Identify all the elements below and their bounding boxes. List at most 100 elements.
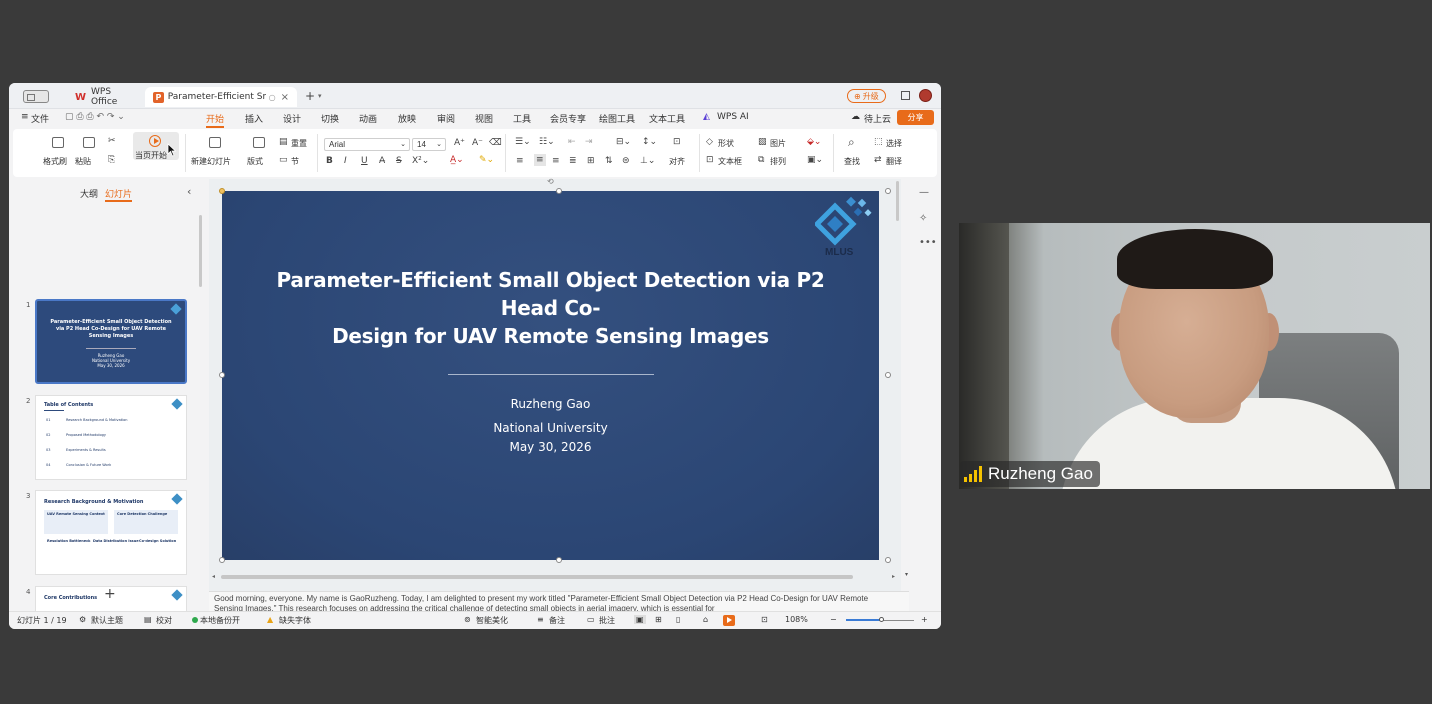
bullets-icon[interactable]: ☰⌄	[515, 137, 531, 147]
tab-outline[interactable]: 大纲	[80, 187, 98, 200]
vertical-align-icon[interactable]: ⊥⌄	[640, 156, 655, 166]
font-shrink-icon[interactable]: A⁻	[472, 138, 483, 148]
presenter-icon[interactable]: ⌂	[703, 615, 708, 624]
select-button[interactable]: 选择	[886, 138, 902, 149]
resize-handle[interactable]	[219, 188, 225, 194]
decrease-indent-icon[interactable]: ⇤	[568, 137, 576, 147]
current-slide[interactable]: MLUS Parameter-Efficient Small Object De…	[222, 191, 879, 560]
menu-insert[interactable]: 插入	[245, 112, 263, 125]
notes-button[interactable]: 备注	[549, 615, 565, 626]
translate-button[interactable]: 翻译	[886, 156, 902, 167]
new-slide-icon[interactable]	[209, 137, 221, 148]
menu-member[interactable]: 会员专享	[550, 112, 586, 125]
resize-handle[interactable]	[885, 557, 891, 563]
underline-icon[interactable]: U	[361, 156, 368, 166]
cut-icon[interactable]: ✂	[108, 136, 116, 146]
magic-tools-icon[interactable]: ✧	[919, 213, 927, 224]
slide-date[interactable]: May 30, 2026	[222, 440, 879, 454]
format-painter-icon[interactable]	[52, 137, 64, 148]
line-spacing-icon[interactable]: ↕⌄	[642, 137, 657, 147]
bold-icon[interactable]: B	[326, 156, 333, 166]
superscript-icon[interactable]: X²⌄	[412, 156, 429, 166]
zoom-level[interactable]: 108%	[785, 615, 808, 624]
upgrade-button[interactable]: ⊕ 升级	[847, 89, 886, 103]
distribute-icon[interactable]: ⊞	[587, 156, 595, 166]
tab-slides[interactable]: 幻灯片	[105, 187, 133, 202]
search-icon[interactable]: ⌕	[848, 135, 855, 150]
strike-s-icon[interactable]: S	[396, 156, 402, 166]
reading-view-icon[interactable]: ▯	[676, 615, 680, 624]
font-size-select[interactable]: 14 ⌄	[412, 138, 446, 151]
slide-sorter-icon[interactable]: ⊞	[655, 615, 662, 624]
zoom-out-icon[interactable]: −	[830, 615, 837, 624]
italic-icon[interactable]: I	[344, 156, 347, 166]
slide-org[interactable]: National University	[222, 421, 879, 435]
thumbnail-scrollbar[interactable]	[199, 215, 202, 287]
slide-thumbnail-1[interactable]: Parameter-Efficient Small Object Detecti…	[35, 299, 187, 384]
reset-button[interactable]: 重置	[291, 138, 307, 149]
fit-window-icon[interactable]: ⊡	[761, 615, 768, 624]
scroll-down-icon[interactable]: ▾	[905, 571, 908, 578]
speaker-notes[interactable]: Good morning, everyone. My name is GaoRu…	[209, 591, 909, 611]
numbering-icon[interactable]: ☷⌄	[539, 137, 555, 147]
missing-font-button[interactable]: 缺失字体	[279, 615, 311, 626]
scroll-left-icon[interactable]: ◂	[212, 573, 215, 580]
menu-review[interactable]: 审阅	[437, 112, 455, 125]
normal-view-icon[interactable]: ▣	[634, 615, 646, 624]
menu-wps-ai[interactable]: WPS AI	[717, 112, 749, 122]
copy-icon[interactable]: ⎘	[108, 155, 115, 165]
menu-design[interactable]: 设计	[283, 112, 301, 125]
share-button[interactable]: 分享	[897, 110, 934, 125]
outline-icon[interactable]: ▣⌄	[807, 155, 823, 165]
strikethrough-icon[interactable]: A̶	[379, 156, 385, 166]
menu-file[interactable]: 文件	[31, 112, 49, 125]
rotate-handle-icon[interactable]: ⟲	[547, 177, 554, 186]
avatar[interactable]	[919, 89, 932, 102]
backup-status[interactable]: 本地备份开	[192, 615, 240, 626]
resize-handle[interactable]	[219, 557, 225, 563]
new-tab-icon[interactable]: +	[305, 89, 315, 103]
resize-handle[interactable]	[556, 557, 562, 563]
horizontal-scrollbar[interactable]	[221, 575, 853, 579]
beautify-button[interactable]: 智能美化	[476, 615, 508, 626]
slide-thumbnail-2[interactable]: Table of Contents 01 Research Background…	[35, 395, 187, 480]
align-left-icon[interactable]: ≡	[516, 156, 524, 166]
resize-handle[interactable]	[219, 372, 225, 378]
theme-button[interactable]: 默认主题	[91, 615, 123, 626]
menu-home[interactable]: 开始	[206, 112, 225, 128]
align-button[interactable]: 对齐	[669, 156, 685, 167]
layout-button[interactable]: 版式	[247, 156, 263, 167]
format-painter-button[interactable]: 格式刷	[43, 156, 67, 167]
tab-wps-office[interactable]: W WPS Office	[67, 87, 143, 107]
menu-tools[interactable]: 工具	[513, 112, 531, 125]
slideshow-play-icon[interactable]	[723, 615, 735, 626]
fill-icon[interactable]: ⬙⌄	[807, 137, 821, 147]
zoom-in-icon[interactable]: +	[921, 615, 928, 624]
justify-icon[interactable]: ≣	[569, 156, 577, 166]
more-icon[interactable]: •••	[919, 237, 937, 248]
slide-thumbnail-3[interactable]: Research Background & Motivation UAV Rem…	[35, 490, 187, 575]
menu-icon[interactable]: ≡	[21, 112, 29, 122]
resize-handle[interactable]	[556, 188, 562, 194]
text-fit-icon[interactable]: ⊡	[673, 137, 681, 147]
minus-icon[interactable]: —	[919, 187, 929, 198]
paste-button[interactable]: 粘贴	[75, 156, 91, 167]
menu-transition[interactable]: 切换	[321, 112, 339, 125]
slide-author[interactable]: Ruzheng Gao	[222, 397, 879, 411]
font-color-icon[interactable]: A̲⌄	[450, 155, 464, 165]
picture-button[interactable]: 图片	[770, 138, 786, 149]
tab-document[interactable]: P Parameter-Efficient Small ○ ×	[145, 87, 297, 107]
arrange-button[interactable]: 排列	[770, 156, 786, 167]
find-button[interactable]: 查找	[844, 156, 860, 167]
collapse-panel-icon[interactable]: ‹	[187, 185, 191, 198]
window-restore-icon[interactable]	[901, 91, 910, 100]
section-button[interactable]: 节	[291, 156, 299, 167]
align-center-icon[interactable]: ≡	[534, 154, 546, 166]
video-tile[interactable]: Ruzheng Gao	[959, 223, 1430, 489]
sidebar-toggle-icon[interactable]	[23, 90, 49, 103]
increase-indent-icon[interactable]: ⇥	[585, 137, 593, 147]
font-name-select[interactable]: Arial ⌄	[324, 138, 410, 151]
quick-access-icons[interactable]: ▢ ⎙ ⎙ ↶ ↷ ⌄	[65, 112, 125, 122]
proof-button[interactable]: 校对	[156, 615, 172, 626]
layout-icon[interactable]	[253, 137, 265, 148]
